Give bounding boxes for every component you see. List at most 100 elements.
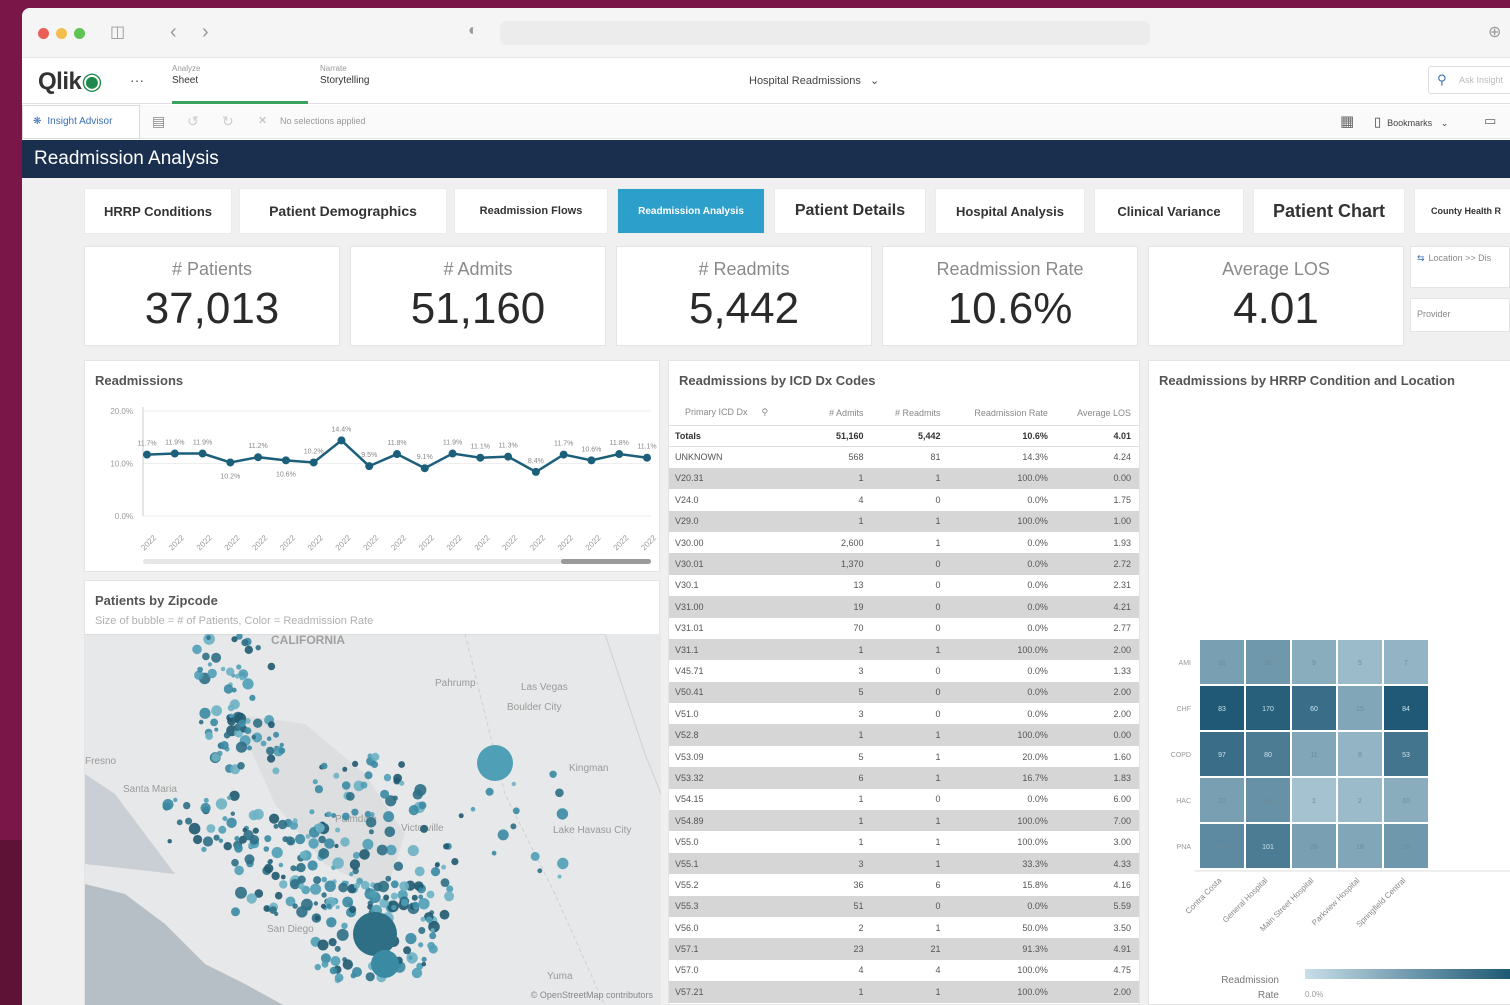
- kpi-average-los[interactable]: Average LOS 4.01: [1148, 246, 1404, 346]
- table-row[interactable]: V30.1 13 0 0.0% 2.31: [669, 575, 1139, 596]
- kpi-patients[interactable]: # Patients 37,013: [84, 246, 340, 346]
- table-cell: V24.0: [675, 494, 699, 505]
- search-box[interactable]: ⚲ Ask Insight: [1428, 66, 1510, 94]
- table-row[interactable]: V53.09 5 1 20.0% 1.60: [669, 746, 1139, 767]
- heatmap-cell-value: 15: [1356, 706, 1364, 713]
- tab-clinical-variance[interactable]: Clinical Variance: [1094, 188, 1244, 234]
- nav-analyze[interactable]: Analyze Sheet: [172, 64, 308, 104]
- table-row[interactable]: V30.01 1,370 0 0.0% 2.72: [669, 553, 1139, 575]
- table-cell: 2.00: [1113, 708, 1131, 719]
- minimize-window-button[interactable]: [56, 28, 67, 39]
- table-row[interactable]: V31.00 19 0 0.0% 4.21: [669, 596, 1139, 618]
- chart-grid-icon[interactable]: ▦: [1340, 112, 1354, 130]
- table-row[interactable]: V56.0 2 1 50.0% 3.50: [669, 917, 1139, 938]
- table-row[interactable]: V45.71 3 0 0.0% 1.33: [669, 660, 1139, 681]
- download-icon[interactable]: ⊕: [1488, 22, 1501, 42]
- table-row[interactable]: V31.1 1 1 100.0% 2.00: [669, 638, 1139, 661]
- table-row[interactable]: V57.0 4 4 100.0% 4.75: [669, 960, 1139, 981]
- x-tick-label: 2022: [445, 533, 464, 552]
- table-row[interactable]: V54.15 1 0 0.0% 6.00: [669, 789, 1139, 810]
- table-row[interactable]: V55.1 3 1 33.3% 4.33: [669, 852, 1139, 875]
- table-cell: 0: [935, 665, 941, 676]
- zipcode-bubble: [342, 896, 354, 908]
- kpi-readmission-rate[interactable]: Readmission Rate 10.6%: [882, 246, 1138, 346]
- address-bar[interactable]: [500, 21, 1150, 45]
- zoom-window-button[interactable]: [74, 28, 85, 39]
- zipcode-bubble: [279, 880, 288, 889]
- present-icon[interactable]: ▭: [1484, 113, 1496, 129]
- chart-scrollbar-thumb[interactable]: [561, 559, 651, 564]
- hrrp-heatmap-panel[interactable]: Readmissions by HRRP Condition and Locat…: [1148, 360, 1510, 1005]
- qlik-logo[interactable]: Qlik◉: [38, 67, 102, 96]
- kpi-admits[interactable]: # Admits 51,160: [350, 246, 606, 346]
- table-row[interactable]: V50.41 5 0 0.0% 2.00: [669, 681, 1139, 704]
- table-row[interactable]: V30.00 2,600 1 0.0% 1.93: [669, 532, 1139, 553]
- column-header-los[interactable]: Average LOS: [1055, 401, 1139, 426]
- chart-scrollbar[interactable]: [143, 559, 651, 564]
- column-header-readmits[interactable]: # Readmits: [871, 401, 949, 426]
- zipcode-bubble: [299, 851, 308, 859]
- tab-patient-demographics[interactable]: Patient Demographics: [239, 188, 447, 234]
- table-row[interactable]: UNKNOWN 568 81 14.3% 4.24: [669, 446, 1139, 467]
- table-cell: 4: [858, 965, 864, 976]
- readmissions-panel[interactable]: Readmissions 20.0% 10.0% 0.0% 11.7% 11.9% 11.…: [84, 360, 660, 572]
- bookmarks-button[interactable]: ▯ Bookmarks ⌄: [1374, 114, 1448, 130]
- column-header-icd[interactable]: Primary ICD Dx ⚲: [669, 401, 801, 426]
- tab-hrrp-conditions[interactable]: HRRP Conditions: [84, 188, 232, 234]
- hrrp-location-heatmap[interactable]: AMI 31 38 9 5 7CHF 83 170 60 15 84COPD 97 80 11 8 53HAC…: [1149, 361, 1510, 1005]
- search-icon[interactable]: ⚲: [762, 407, 769, 417]
- table-row[interactable]: V53.32 6 1 16.7% 1.83: [669, 767, 1139, 789]
- sidebar-toggle-icon[interactable]: ◫: [110, 22, 125, 42]
- patients-zipcode-panel[interactable]: Patients by Zipcode Size of bubble = # o…: [84, 580, 661, 1005]
- icd-codes-panel[interactable]: Readmissions by ICD Dx Codes Primary ICD…: [668, 360, 1140, 1005]
- map-place-label: Boulder City: [507, 702, 561, 713]
- table-cell: 0: [871, 553, 949, 575]
- table-cell: Totals: [669, 425, 801, 447]
- zipcode-bubble: [407, 845, 419, 857]
- tab-hospital-analysis[interactable]: Hospital Analysis: [935, 188, 1085, 234]
- table-row[interactable]: V55.2 36 6 15.8% 4.16: [669, 874, 1139, 895]
- column-header-admits[interactable]: # Admits: [800, 401, 872, 426]
- shield-privacy-icon[interactable]: ◐: [468, 22, 478, 40]
- table-row[interactable]: V54.89 1 1 100.0% 7.00: [669, 810, 1139, 832]
- legend-min-label: 0.0%: [1305, 990, 1323, 999]
- forward-icon[interactable]: ›: [202, 21, 209, 44]
- tab-patient-chart[interactable]: Patient Chart: [1253, 188, 1405, 234]
- filter-location[interactable]: ⇆ Location >> Dis: [1410, 246, 1510, 288]
- totals-row[interactable]: Totals 51,160 5,442 10.6% 4.01: [669, 425, 1139, 447]
- table-row[interactable]: V31.01 70 0 0.0% 2.77: [669, 618, 1139, 639]
- tab-readmission-analysis[interactable]: Readmission Analysis: [617, 188, 765, 234]
- filter-provider[interactable]: Provider: [1410, 298, 1510, 332]
- zipcode-bubble: [428, 944, 438, 954]
- step-back-icon[interactable]: ↺: [187, 113, 199, 130]
- table-row[interactable]: V24.0 4 0 0.0% 1.75: [669, 489, 1139, 510]
- step-forward-icon[interactable]: ↻: [222, 113, 234, 130]
- table-row[interactable]: V57.21 1 1 100.0% 2.00: [669, 981, 1139, 1003]
- table-row[interactable]: V57.1 23 21 91.3% 4.91: [669, 938, 1139, 960]
- clear-selections-icon[interactable]: ✕: [258, 114, 267, 127]
- qlik-header: Qlik◉ ··· Analyze Sheet Narrate Storytel…: [22, 58, 1510, 104]
- column-header-rate[interactable]: Readmission Rate: [948, 401, 1056, 426]
- kpi-readmits[interactable]: # Readmits 5,442: [616, 246, 872, 346]
- insight-advisor-button[interactable]: ❋ Insight Advisor: [22, 105, 140, 139]
- table-row[interactable]: V51.0 3 0 0.0% 2.00: [669, 703, 1139, 724]
- table-row[interactable]: V20.31 1 1 100.0% 0.00: [669, 467, 1139, 490]
- tab-county-health[interactable]: County Health R: [1414, 188, 1510, 234]
- more-menu-icon[interactable]: ···: [130, 72, 144, 88]
- table-row[interactable]: V29.0 1 1 100.0% 1.00: [669, 510, 1139, 532]
- heatmap-cell-value: 9: [1312, 660, 1316, 667]
- nav-narrate[interactable]: Narrate Storytelling: [320, 64, 456, 104]
- heatmap-cell-value: 84: [1402, 706, 1410, 713]
- selection-tool-icon[interactable]: ▤: [152, 113, 165, 130]
- app-title-dropdown[interactable]: Hospital Readmissions ⌄: [749, 74, 879, 87]
- readmissions-line-chart[interactable]: 20.0% 10.0% 0.0% 11.7% 11.9% 11.9% 10.2% 11.2% 1…: [85, 361, 661, 573]
- back-icon[interactable]: ‹: [170, 21, 177, 44]
- table-row[interactable]: V55.3 51 0 0.0% 5.59: [669, 895, 1139, 917]
- zipcode-bubble-map[interactable]: CALIFORNIA Pahrump Las Vegas Boulder City Ki…: [85, 634, 661, 1005]
- tab-patient-details[interactable]: Patient Details: [774, 188, 926, 234]
- close-window-button[interactable]: [38, 28, 49, 39]
- tab-readmission-flows[interactable]: Readmission Flows: [454, 188, 608, 234]
- table-row[interactable]: V55.0 1 1 100.0% 3.00: [669, 831, 1139, 852]
- table-row[interactable]: V52.8 1 1 100.0% 0.00: [669, 724, 1139, 746]
- table-cell: 33.3%: [948, 852, 1056, 875]
